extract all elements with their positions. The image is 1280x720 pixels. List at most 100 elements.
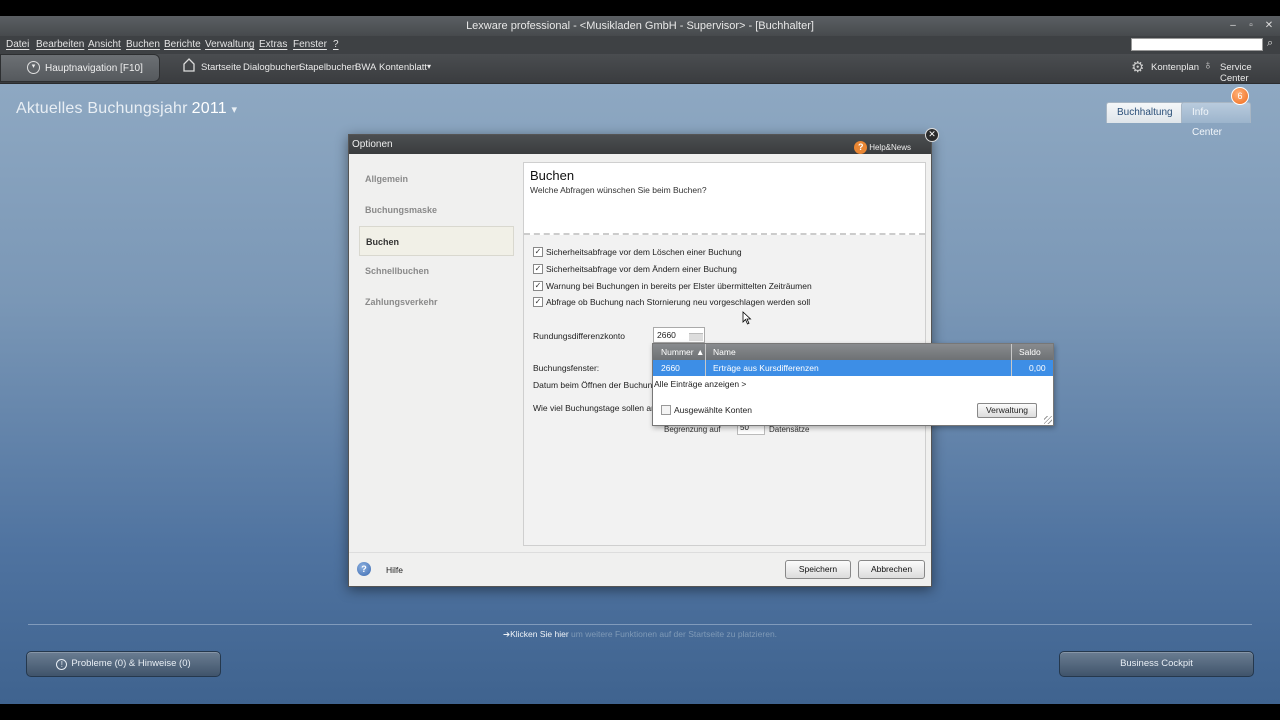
row-saldo: 0,00 [1029, 363, 1046, 373]
window-title: Lexware professional - <Musikladen GmbH … [466, 20, 814, 32]
kontenplan-link[interactable]: Kontenplan [1151, 62, 1199, 73]
buchungsjahr-value: 2011 [191, 100, 227, 117]
hauptnavigation-label: Hauptnavigation [F10] [45, 62, 143, 74]
header-saldo[interactable]: Saldo [1013, 344, 1041, 360]
checkbox-loeschen[interactable]: ✓ Sicherheitsabfrage vor dem Löschen ein… [533, 247, 742, 257]
account-row[interactable]: 2660 Erträge aus Kursdifferenzen 0,00 [653, 360, 1053, 376]
dialog-close-icon[interactable]: ✕ [925, 128, 939, 142]
menu-fenster[interactable]: Fenster [293, 39, 327, 50]
toolbar-dialogbuchen[interactable]: Dialogbuchen [243, 62, 301, 73]
verwaltung-button[interactable]: Verwaltung [977, 403, 1037, 418]
global-search-input[interactable] [1131, 38, 1263, 51]
business-cockpit-button[interactable]: Business Cockpit [1059, 651, 1254, 677]
begrenzung-label: Begrenzung auf [664, 425, 721, 434]
menu-berichte[interactable]: Berichte [164, 39, 201, 50]
search-icon[interactable]: ⌕ [1267, 37, 1273, 50]
footer-separator [28, 624, 1252, 625]
datum-label: Datum beim Öffnen der Buchun [533, 380, 653, 390]
cancel-button[interactable]: Abbrechen [858, 560, 925, 579]
column-separator [1011, 344, 1012, 376]
menu-extras[interactable]: Extras [259, 39, 287, 50]
checkbox-label: Sicherheitsabfrage vor dem Ändern einer … [546, 264, 737, 274]
tab-info-center[interactable]: Info Center [1181, 102, 1251, 138]
footer-divider [349, 552, 931, 553]
selected-accounts-checkbox[interactable]: Ausgewählte Konten [661, 405, 752, 415]
menu-buchen[interactable]: Buchen [126, 39, 160, 50]
toolbar-stapelbuchen[interactable]: Stapelbuchen [299, 62, 357, 73]
nav-buchen[interactable]: Buchen [359, 226, 514, 256]
help-icon[interactable]: ? [357, 562, 371, 576]
help-news-button[interactable]: ? Help&News [854, 138, 911, 157]
help-news-label: Help&News [869, 143, 911, 152]
panel-title: Buchen [530, 168, 575, 183]
notification-badge: 6 [1231, 87, 1249, 105]
top-black-bar [0, 0, 1280, 16]
checkbox-elster[interactable]: ✓ Warnung bei Buchungen in bereits per E… [533, 281, 812, 291]
buchungstage-label: Wie viel Buchungstage sollen an [533, 403, 656, 413]
toolbar: ▾ Hauptnavigation [F10] Startseite Dialo… [0, 54, 1280, 84]
question-icon: ? [854, 141, 868, 154]
klick-link[interactable]: Klicken Sie hier [510, 629, 569, 639]
window-titlebar: Lexware professional - <Musikladen GmbH … [0, 16, 1280, 36]
chevron-down-icon: ▾ [231, 104, 238, 116]
gear-icon[interactable]: ⚙ [1131, 58, 1144, 76]
row-nummer: 2660 [661, 363, 680, 373]
rundungsdifferenz-value: 2660 [657, 330, 676, 340]
menu-bearbeiten[interactable]: Bearbeiten [36, 39, 84, 50]
selected-accounts-label: Ausgewählte Konten [674, 405, 752, 415]
probleme-label: Probleme (0) & Hinweise (0) [71, 658, 191, 669]
nav-allgemein[interactable]: Allgemein [359, 164, 514, 194]
toolbar-startseite[interactable]: Startseite [201, 62, 241, 73]
checkbox-stornierung[interactable]: ✓ Abfrage ob Buchung nach Stornierung ne… [533, 297, 810, 307]
column-separator [705, 344, 706, 376]
klick-rest: um weitere Funktionen auf der Startseite… [568, 629, 778, 639]
home-icon[interactable] [183, 58, 195, 72]
toolbar-bwa[interactable]: BWA [355, 62, 376, 73]
rundungsdifferenz-input[interactable]: 2660 [653, 327, 705, 343]
checkbox-check-icon[interactable]: ✓ [533, 264, 543, 274]
minimize-icon[interactable]: – [1228, 16, 1238, 36]
lightbulb-icon[interactable]: ♁ [1203, 57, 1213, 72]
startseite-hint: ➔Klicken Sie hier um weitere Funktionen … [0, 629, 1280, 640]
warning-icon: ! [56, 659, 68, 670]
checkbox-label: Sicherheitsabfrage vor dem Löschen einer… [546, 247, 742, 257]
nav-buchungsmaske[interactable]: Buchungsmaske [359, 195, 514, 225]
checkbox-aendern[interactable]: ✓ Sicherheitsabfrage vor dem Ändern eine… [533, 264, 737, 274]
menu-ansicht[interactable]: Ansicht [88, 39, 121, 50]
checkbox-check-icon[interactable]: ✓ [533, 281, 543, 291]
menu-verwaltung[interactable]: Verwaltung [205, 39, 254, 50]
rundungsdifferenz-label: Rundungsdifferenzkonto [533, 331, 625, 341]
checkbox-label: Abfrage ob Buchung nach Stornierung neu … [546, 297, 811, 307]
show-all-entries-link[interactable]: Alle Einträge anzeigen > [654, 379, 746, 389]
resize-grip-icon[interactable] [1044, 416, 1052, 424]
dropdown-button[interactable] [689, 333, 703, 341]
panel-subtitle: Welche Abfragen wünschen Sie beim Buchen… [530, 185, 707, 195]
checkbox-box[interactable] [661, 405, 671, 415]
buchungsjahr-selector[interactable]: Aktuelles Buchungsjahr 2011 ▾ [16, 100, 237, 118]
kontenblatt-dropdown-icon[interactable]: ▾ [427, 62, 431, 71]
menu-datei[interactable]: Datei [6, 39, 29, 50]
account-dropdown: Nummer ▲ Name Saldo 2660 Erträge aus Kur… [652, 343, 1054, 426]
hauptnavigation-button[interactable]: ▾ Hauptnavigation [F10] [0, 54, 160, 82]
header-name[interactable]: Name [707, 344, 736, 360]
checkbox-check-icon[interactable]: ✓ [533, 297, 543, 307]
buchungsjahr-label: Aktuelles Buchungsjahr [16, 100, 188, 117]
save-button[interactable]: Speichern [785, 560, 851, 579]
nav-zahlungsverkehr[interactable]: Zahlungsverkehr [359, 287, 514, 317]
close-icon[interactable]: ✕ [1264, 16, 1274, 36]
checkbox-check-icon[interactable]: ✓ [533, 247, 543, 257]
hilfe-label[interactable]: Hilfe [386, 565, 403, 575]
row-name: Erträge aus Kursdifferenzen [713, 363, 819, 373]
chevron-down-icon: ▾ [27, 61, 40, 74]
tab-buchhaltung[interactable]: Buchhaltung [1106, 102, 1184, 123]
buchungsfenster-label: Buchungsfenster: [533, 363, 600, 373]
service-center-link[interactable]: Service Center [1220, 62, 1280, 84]
restore-icon[interactable]: ▫ [1246, 16, 1256, 36]
menu-help[interactable]: ? [333, 39, 339, 50]
toolbar-kontenblatt[interactable]: Kontenblatt [379, 62, 427, 73]
mouse-cursor-icon [742, 311, 752, 325]
probleme-hinweise-button[interactable]: ! Probleme (0) & Hinweise (0) [26, 651, 221, 677]
nav-schnellbuchen[interactable]: Schnellbuchen [359, 256, 514, 286]
header-nummer[interactable]: Nummer ▲ [655, 344, 704, 360]
arrow-right-icon: ➔ [502, 629, 511, 639]
